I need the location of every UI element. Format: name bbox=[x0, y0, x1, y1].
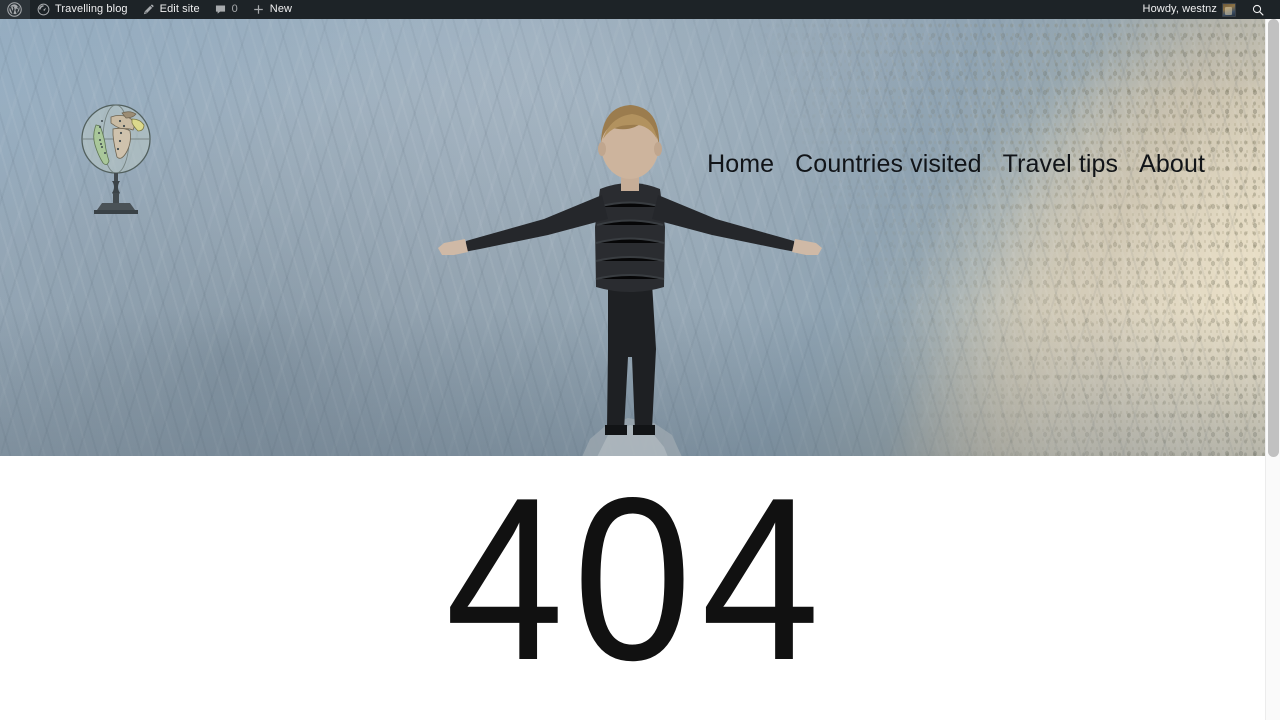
vintage-globe-logo[interactable] bbox=[76, 97, 156, 222]
nav-item-countries-visited[interactable]: Countries visited bbox=[795, 147, 982, 181]
admin-bar-comment-count: 0 bbox=[231, 3, 238, 15]
comment-bubble-icon bbox=[214, 3, 227, 16]
search-icon bbox=[1251, 3, 1265, 17]
wordpress-logo-menu[interactable] bbox=[0, 0, 30, 19]
admin-bar-item-site-name[interactable]: Travelling blog bbox=[30, 0, 135, 19]
admin-bar-site-name-label: Travelling blog bbox=[55, 3, 128, 15]
nav-item-home[interactable]: Home bbox=[707, 147, 774, 181]
wp-admin-bar: Travelling blog Edit site 0 New Howdy, w… bbox=[0, 0, 1280, 19]
wordpress-logo-icon bbox=[7, 2, 22, 17]
howdy-label: Howdy, westnz bbox=[1142, 3, 1217, 15]
admin-bar-item-new[interactable]: New bbox=[245, 0, 299, 19]
hero-background-photo bbox=[0, 19, 1265, 456]
admin-bar-right-group: Howdy, westnz bbox=[1136, 0, 1280, 19]
avatar bbox=[1222, 2, 1236, 17]
admin-bar-item-edit-site[interactable]: Edit site bbox=[135, 0, 207, 19]
browser-page: Travelling blog Edit site 0 New Howdy, w… bbox=[0, 0, 1280, 720]
primary-navigation: Home Countries visited Travel tips About bbox=[707, 147, 1205, 181]
hero-banner: Home Countries visited Travel tips About bbox=[0, 19, 1265, 456]
admin-bar-new-label: New bbox=[269, 3, 293, 15]
admin-bar-left-group: Travelling blog Edit site 0 New bbox=[0, 0, 299, 19]
plus-icon bbox=[252, 3, 265, 16]
admin-bar-search-button[interactable] bbox=[1243, 0, 1274, 19]
main-content: 404 bbox=[0, 456, 1265, 720]
admin-bar-item-comments[interactable]: 0 bbox=[207, 0, 245, 19]
nav-item-about[interactable]: About bbox=[1139, 147, 1205, 181]
admin-bar-edit-site-label: Edit site bbox=[159, 3, 200, 15]
error-code-404: 404 bbox=[445, 450, 829, 709]
dashboard-site-icon bbox=[37, 3, 50, 16]
scrollbar-thumb[interactable] bbox=[1268, 19, 1279, 457]
page-scrollbar[interactable] bbox=[1265, 19, 1280, 720]
admin-bar-my-account[interactable]: Howdy, westnz bbox=[1136, 0, 1243, 19]
pencil-edit-icon bbox=[142, 3, 155, 16]
nav-item-travel-tips[interactable]: Travel tips bbox=[1003, 147, 1118, 181]
